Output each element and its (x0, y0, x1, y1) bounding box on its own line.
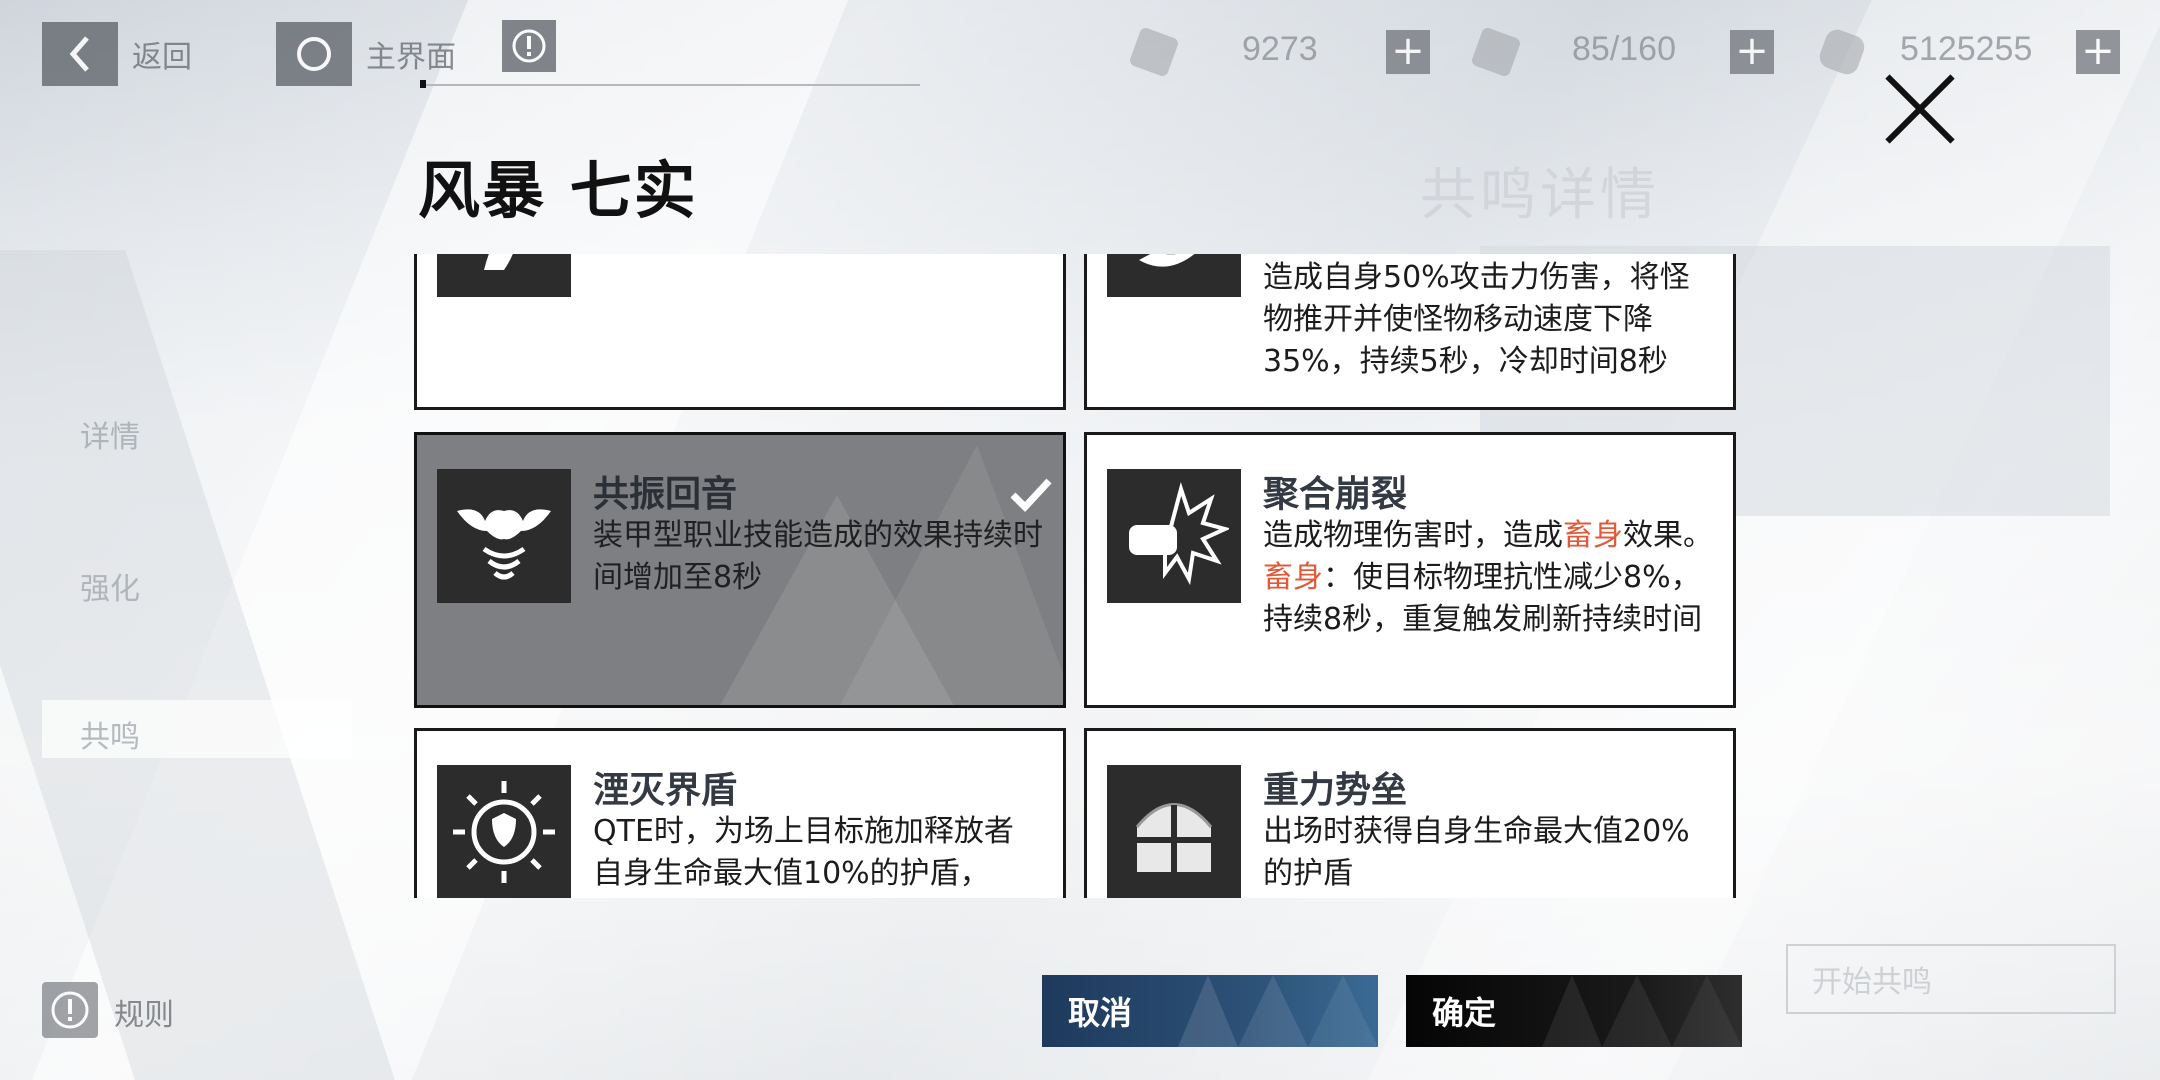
info-icon (51, 991, 89, 1029)
creature-icon (484, 254, 513, 270)
resource-value: 9273 (1242, 30, 1318, 68)
start-resonance-button: 开始共鸣 (1786, 944, 2116, 1014)
back-label: 返回 (132, 40, 192, 75)
skill-icon (437, 469, 571, 603)
skill-icon (437, 254, 571, 297)
skill-icon (1107, 254, 1241, 297)
skill-card[interactable] (414, 254, 1066, 410)
skill-name: 湮灭界盾 (593, 770, 738, 811)
skill-description: 造成物理伤害时，造成畜身效果。畜身：使目标物理抗性减少8%，持续8秒，重复触发刷… (1263, 515, 1713, 641)
wind-icon (1139, 254, 1195, 267)
background-title: 共鸣详情 (1420, 163, 1660, 228)
rules-label: 规则 (114, 998, 174, 1033)
circle-icon (297, 37, 331, 71)
scroll-progress-track (420, 84, 920, 86)
skill-card[interactable]: 造成自身50%攻击力伤害，将怪物推开并使怪物移动速度下降35%，持续5秒，冷却时… (1084, 254, 1736, 410)
info-button[interactable] (502, 20, 556, 72)
coin-icon (1816, 26, 1868, 78)
chevron-left-icon (69, 36, 89, 72)
key-icon (1470, 26, 1522, 78)
confirm-button[interactable]: 确定 (1406, 975, 1742, 1047)
skill-list[interactable]: 造成自身50%攻击力伤害，将怪物推开并使怪物移动速度下降35%，持续5秒，冷却时… (410, 254, 1740, 898)
scroll-progress-indicator (420, 80, 426, 88)
desc-text: ：使目标物理抗性减少8%，持续8秒，重复触发刷新持续时间 (1263, 560, 1703, 637)
skill-name: 聚合崩裂 (1263, 474, 1408, 515)
status-keyword: 畜身 (1563, 518, 1623, 553)
button-decoration (1542, 975, 1742, 1047)
desc-text: 造成物理伤害时，造成 (1263, 518, 1563, 553)
close-icon[interactable] (1880, 70, 1960, 150)
resource-value: 85/160 (1572, 30, 1676, 68)
bat-sonar-icon (457, 509, 551, 580)
rules-button[interactable] (42, 982, 98, 1038)
skill-card-selected[interactable]: 共振回音 装甲型职业技能造成的效果持续时间增加至8秒 (414, 432, 1066, 708)
skill-card[interactable]: 重力势垒 出场时获得自身生命最大值20%的护盾 (1084, 728, 1736, 898)
sidebar-item-enhance[interactable]: 强化 (80, 564, 140, 608)
fist-burst-icon (1129, 482, 1229, 586)
check-icon (1010, 478, 1052, 513)
cancel-label: 取消 (1068, 994, 1133, 1032)
skill-icon (437, 765, 571, 898)
barrier-icon (1135, 803, 1213, 872)
status-keyword: 畜身 (1263, 560, 1323, 595)
skill-name: 共振回音 (593, 474, 738, 515)
skill-icon (1107, 469, 1241, 603)
desc-text: 效果。 (1623, 518, 1713, 553)
skill-description: QTE时，为场上目标施加释放者自身生命最大值10%的护盾， (593, 814, 1014, 891)
popup-title: 风暴 七实 (418, 154, 698, 227)
home-button[interactable] (276, 22, 352, 86)
top-bar: 返回 主界面 9273 + 85/160 + 5125255 + (0, 0, 2160, 100)
sidebar-item-resonance[interactable]: 共鸣 (80, 712, 140, 756)
stamina-card-icon (1128, 26, 1180, 78)
back-button[interactable] (42, 22, 118, 86)
add-resource-button[interactable]: + (1730, 30, 1774, 74)
sidebar-item-details[interactable]: 详情 (80, 412, 140, 456)
skill-description: 出场时获得自身生命最大值20%的护盾 (1263, 814, 1690, 891)
home-label: 主界面 (366, 40, 456, 75)
add-resource-button[interactable]: + (2076, 30, 2120, 74)
button-decoration (1178, 975, 1378, 1047)
skill-description: 装甲型职业技能造成的效果持续时间增加至8秒 (593, 518, 1043, 595)
sun-shield-icon (453, 781, 555, 883)
info-icon (512, 29, 546, 63)
confirm-label: 确定 (1432, 994, 1497, 1032)
cancel-button[interactable]: 取消 (1042, 975, 1378, 1047)
skill-icon (1107, 765, 1241, 898)
skill-card[interactable]: 湮灭界盾 QTE时，为场上目标施加释放者自身生命最大值10%的护盾， (414, 728, 1066, 898)
resource-value: 5125255 (1900, 30, 2033, 68)
skill-name: 重力势垒 (1263, 770, 1408, 811)
skill-card[interactable]: 聚合崩裂 造成物理伤害时，造成畜身效果。畜身：使目标物理抗性减少8%，持续8秒，… (1084, 432, 1736, 708)
add-resource-button[interactable]: + (1386, 30, 1430, 74)
skill-description: 造成自身50%攻击力伤害，将怪物推开并使怪物移动速度下降35%，持续5秒，冷却时… (1263, 260, 1690, 379)
